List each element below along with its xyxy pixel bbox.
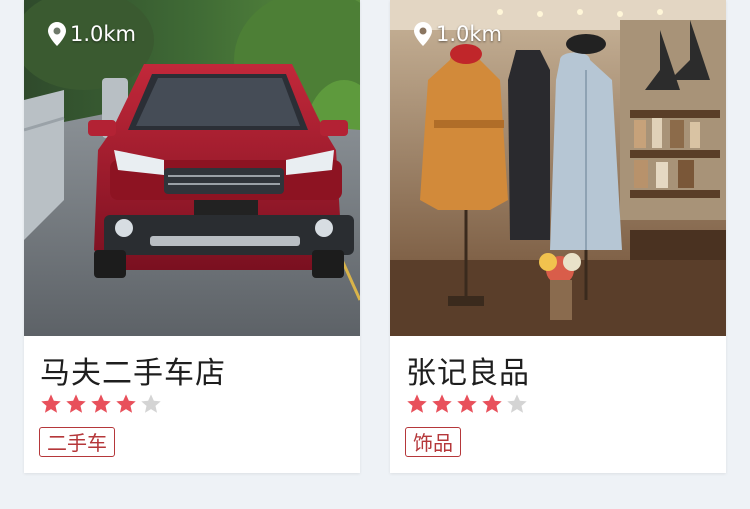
distance-value: 1.0km bbox=[436, 22, 503, 46]
star-empty-icon bbox=[141, 394, 161, 413]
category-tag[interactable]: 二手车 bbox=[39, 427, 115, 457]
star-filled-icon bbox=[407, 394, 427, 413]
store-name[interactable]: 马夫二手车店 bbox=[40, 348, 226, 392]
store-card[interactable]: 1.0km 马夫二手车店 二手车 bbox=[24, 0, 360, 473]
store-photo[interactable]: 1.0km bbox=[390, 0, 726, 336]
rating-stars bbox=[406, 393, 531, 415]
boutique-photo bbox=[390, 0, 726, 336]
star-filled-icon bbox=[116, 394, 136, 413]
store-card[interactable]: 1.0km 张记良品 饰品 bbox=[390, 0, 726, 473]
star-filled-icon bbox=[432, 394, 452, 413]
star-filled-icon bbox=[91, 394, 111, 413]
distance-label: 1.0km bbox=[414, 22, 502, 46]
location-pin-icon bbox=[48, 22, 66, 46]
red-suv-photo bbox=[24, 0, 360, 336]
star-filled-icon bbox=[482, 394, 502, 413]
star-filled-icon bbox=[41, 394, 61, 413]
rating-stars bbox=[40, 393, 165, 415]
distance-label: 1.0km bbox=[48, 22, 136, 46]
location-pin-icon bbox=[414, 22, 432, 46]
distance-value: 1.0km bbox=[70, 22, 137, 46]
star-filled-icon bbox=[66, 394, 86, 413]
store-name[interactable]: 张记良品 bbox=[406, 348, 530, 392]
category-tag[interactable]: 饰品 bbox=[405, 427, 461, 457]
store-photo[interactable]: 1.0km bbox=[24, 0, 360, 336]
star-filled-icon bbox=[457, 394, 477, 413]
star-empty-icon bbox=[507, 394, 527, 413]
